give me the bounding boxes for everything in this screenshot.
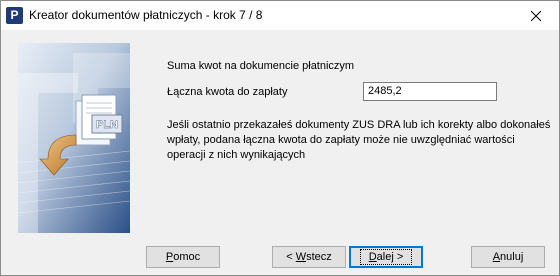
help-mnemonic: P [165, 251, 174, 263]
wizard-side-image: PLN [18, 43, 130, 233]
cancel-button[interactable]: Anuluj [471, 246, 545, 268]
window-title: Kreator dokumentów płatniczych - krok 7 … [29, 8, 263, 22]
title-bar: P Kreator dokumentów płatniczych - krok … [1, 1, 559, 30]
next-focus-rect: Dalej > [359, 249, 413, 265]
app-icon: P [6, 7, 23, 24]
close-button[interactable] [513, 1, 559, 30]
next-button[interactable]: Dalej > [349, 246, 423, 268]
help-label: omoc [173, 251, 201, 263]
back-label: stecz [306, 251, 332, 263]
cancel-mnemonic: A [492, 251, 501, 263]
back-button[interactable]: < Wstecz [272, 246, 346, 268]
total-amount-field[interactable]: 2485,2 [363, 82, 497, 101]
help-button[interactable]: Pomoc [146, 246, 220, 268]
payment-document-illustration: PLN [18, 43, 130, 233]
section-title: Suma kwot na dokumencie płatniczym [167, 60, 355, 72]
close-icon [531, 10, 541, 21]
next-label: alej > [376, 251, 404, 263]
total-amount-label: Łączna kwota do zapłaty [167, 86, 288, 98]
next-mnemonic: D [368, 251, 377, 263]
info-text: Jeśli ostatnio przekazałeś dokumenty ZUS… [167, 119, 551, 161]
back-prefix: < [286, 251, 296, 263]
cancel-label: nuluj [500, 251, 524, 263]
wizard-window: P Kreator dokumentów płatniczych - krok … [0, 0, 560, 276]
pln-badge: PLN [96, 119, 118, 131]
back-mnemonic: W [295, 251, 307, 263]
